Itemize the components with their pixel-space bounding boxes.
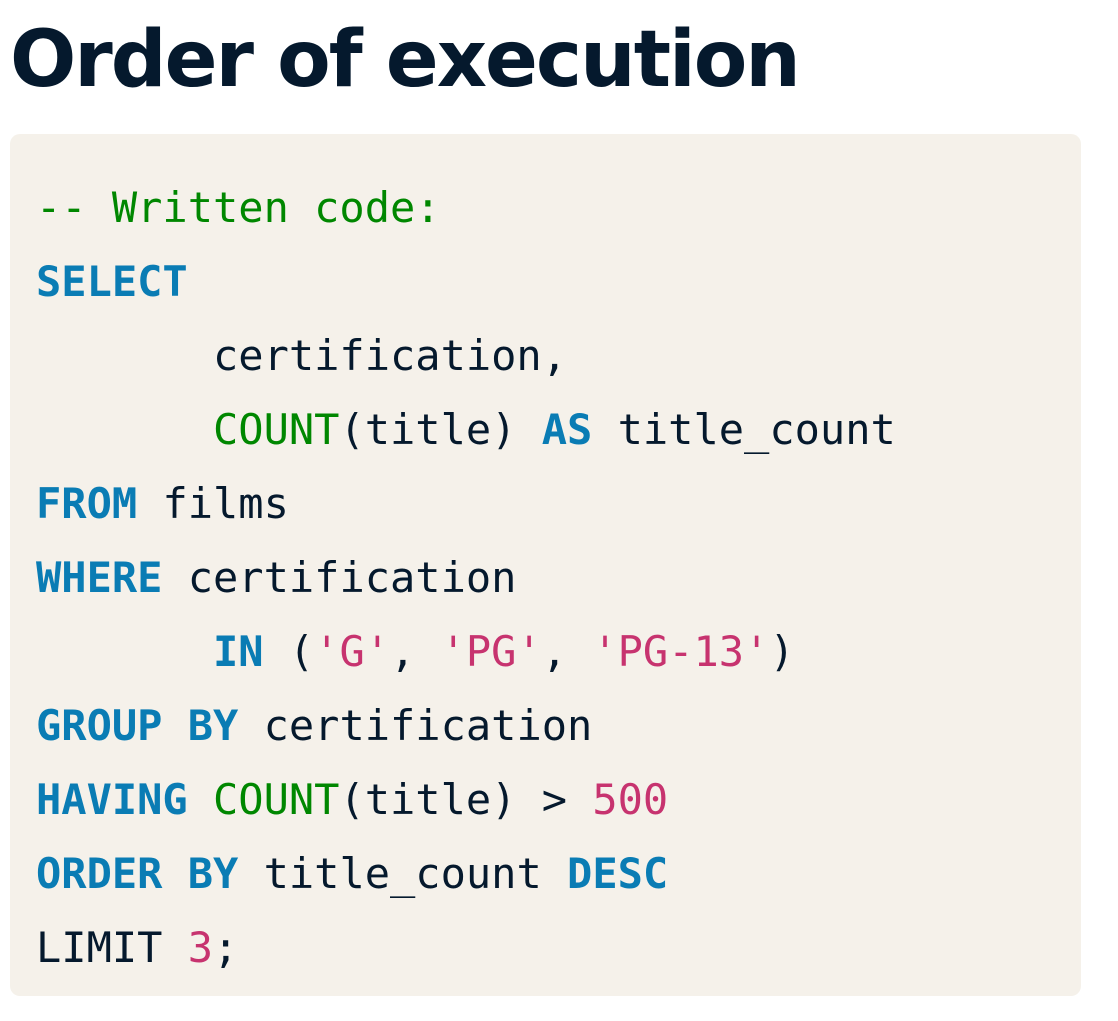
code-text: certification, — [36, 331, 568, 380]
sql-function: COUNT — [213, 405, 340, 454]
sql-keyword: FROM — [36, 479, 138, 528]
sql-keyword: WHERE — [36, 553, 163, 602]
sql-keyword: ORDER BY — [36, 849, 239, 898]
code-text: ( — [263, 627, 315, 676]
string-literal: 'PG-13' — [592, 627, 770, 676]
code-line: certification, — [36, 319, 896, 393]
string-literal: 'G' — [314, 627, 391, 676]
code-text: , — [390, 627, 441, 676]
code-text: LIMIT — [36, 923, 188, 972]
code-line: FROM films — [36, 467, 896, 541]
code-text: ; — [213, 923, 239, 972]
code-text: certification — [162, 553, 517, 602]
code-line: HAVING COUNT(title) > 500 — [36, 763, 896, 837]
code-text: title_count — [238, 849, 568, 898]
code-line: LIMIT 3; — [36, 911, 896, 985]
code-text: certification — [238, 701, 593, 750]
number-literal: 500 — [592, 775, 669, 824]
code-comment: -- Written code: — [36, 183, 441, 232]
code-text: films — [137, 479, 289, 528]
string-literal: 'PG' — [440, 627, 542, 676]
sql-function: COUNT — [213, 775, 340, 824]
code-text: , — [541, 627, 593, 676]
code-line: -- Written code: — [36, 171, 896, 245]
page-title: Order of execution — [10, 15, 801, 105]
code-line: IN ('G', 'PG', 'PG-13') — [36, 615, 896, 689]
code-block: -- Written code: SELECT certification, CO… — [10, 134, 1081, 996]
sql-code: -- Written code: SELECT certification, CO… — [36, 171, 896, 985]
sql-keyword: HAVING — [36, 775, 188, 824]
sql-keyword: AS — [541, 405, 593, 454]
number-literal: 3 — [187, 923, 214, 972]
sql-keyword: SELECT — [36, 257, 188, 306]
code-line: GROUP BY certification — [36, 689, 896, 763]
code-text: ) — [769, 627, 795, 676]
code-line: SELECT — [36, 245, 896, 319]
code-line: WHERE certification — [36, 541, 896, 615]
code-text: (title) > — [339, 775, 593, 824]
code-line: ORDER BY title_count DESC — [36, 837, 896, 911]
code-line: COUNT(title) AS title_count — [36, 393, 896, 467]
code-text: title_count — [592, 405, 896, 454]
sql-keyword: IN — [213, 627, 264, 676]
sql-keyword: GROUP BY — [36, 701, 239, 750]
code-text: (title) — [339, 405, 542, 454]
sql-keyword: DESC — [567, 849, 669, 898]
